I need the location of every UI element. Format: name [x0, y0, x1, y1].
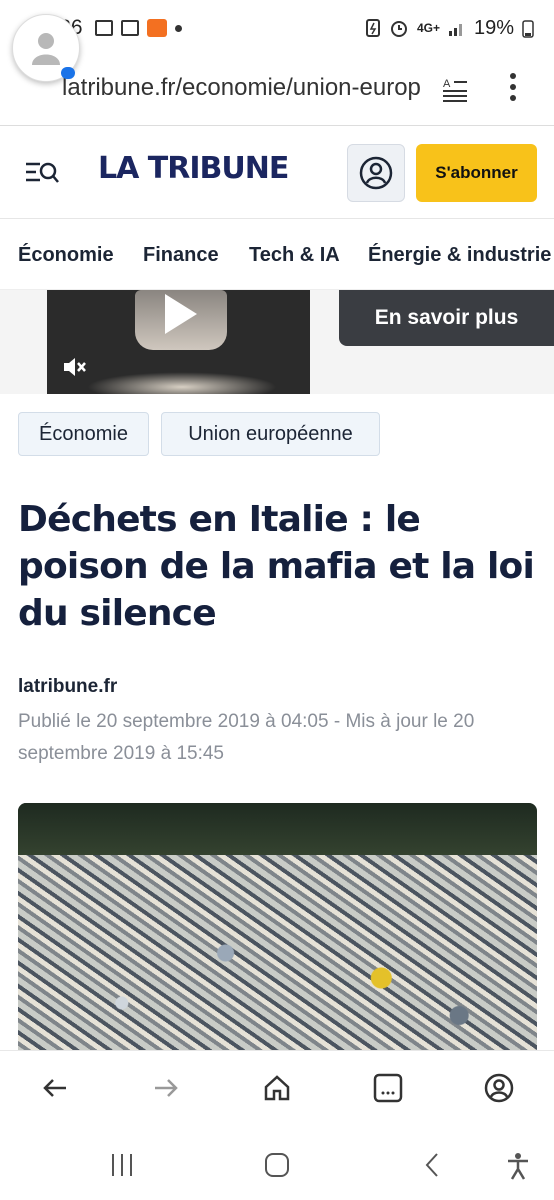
- nav-item-tech-ia[interactable]: Tech & IA: [249, 244, 340, 267]
- battery-percent: 19%: [473, 16, 514, 39]
- recents-icon[interactable]: [110, 1152, 134, 1178]
- back-icon[interactable]: [424, 1152, 440, 1178]
- battery-icon: [522, 20, 534, 38]
- back-arrow-icon[interactable]: [40, 1073, 70, 1103]
- message-badge-icon: [61, 67, 75, 79]
- image-icon: [94, 20, 113, 36]
- home-icon[interactable]: [262, 1073, 292, 1103]
- signal-icon: [448, 24, 462, 36]
- browser-url-bar[interactable]: latribune.fr/economie/union-europ A: [0, 56, 554, 126]
- site-header: LA TRIBUNE S'abonner: [0, 127, 554, 219]
- browser-toolbar: [0, 1050, 554, 1130]
- forward-arrow-icon[interactable]: [151, 1073, 181, 1103]
- temu-icon: [146, 19, 167, 37]
- mute-icon[interactable]: [61, 354, 87, 380]
- notification-dot-icon: [174, 24, 182, 32]
- person-icon: [32, 33, 60, 65]
- nav-item-finance[interactable]: Finance: [143, 244, 219, 267]
- search-menu-icon[interactable]: [24, 159, 60, 187]
- user-circle-icon: [359, 156, 393, 190]
- nav-item-energie-industrie[interactable]: Énergie & industrie: [368, 244, 551, 267]
- category-nav: Économie Finance Tech & IA Énergie & ind…: [0, 220, 554, 290]
- status-bar: 01:26 4G+ 19%: [0, 0, 554, 56]
- account-icon[interactable]: [484, 1073, 514, 1103]
- home-button-icon[interactable]: [264, 1152, 290, 1178]
- profile-avatar-button[interactable]: [12, 14, 80, 82]
- article-source[interactable]: latribune.fr: [18, 676, 117, 698]
- ad-banner: En savoir plus: [0, 290, 554, 394]
- account-button[interactable]: [347, 144, 405, 202]
- tag-economie[interactable]: Économie: [18, 412, 149, 456]
- nav-item-economie[interactable]: Économie: [18, 244, 114, 267]
- site-logo[interactable]: LA TRIBUNE: [98, 151, 289, 186]
- article-date: Publié le 20 septembre 2019 à 04:05 - Mi…: [18, 711, 475, 764]
- calendar-icon: [120, 20, 139, 36]
- tabs-icon[interactable]: [373, 1073, 403, 1103]
- network-type: 4G+: [416, 21, 440, 35]
- subscribe-button[interactable]: S'abonner: [416, 144, 537, 202]
- reader-mode-icon[interactable]: A: [442, 76, 468, 102]
- system-nav-bar: [0, 1130, 554, 1200]
- learn-more-button[interactable]: En savoir plus: [339, 290, 554, 346]
- play-icon[interactable]: [165, 294, 197, 334]
- article-title: Déchets en Italie : le poison de la mafi…: [18, 499, 535, 634]
- alarm-icon: [390, 21, 407, 37]
- svg-text:A: A: [443, 78, 451, 90]
- tag-union-europeenne[interactable]: Union européenne: [161, 412, 380, 456]
- article-image: [18, 803, 537, 1053]
- url-text[interactable]: latribune.fr/economie/union-europ: [62, 74, 428, 102]
- accessibility-icon[interactable]: [505, 1152, 531, 1180]
- ad-video[interactable]: [47, 290, 310, 394]
- battery-saver-icon: [365, 19, 380, 37]
- more-menu-icon[interactable]: [506, 72, 520, 102]
